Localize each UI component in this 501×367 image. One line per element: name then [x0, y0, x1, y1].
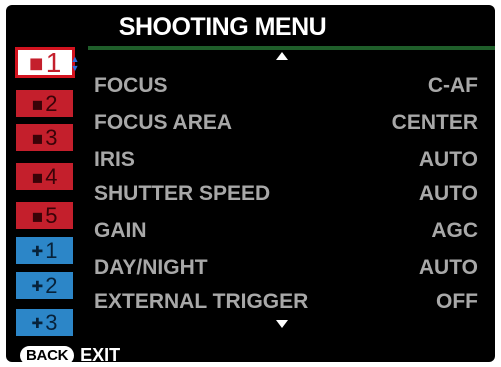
wrench-icon: ✚: [31, 243, 44, 259]
title-underline: [88, 46, 495, 50]
tab-setup-1[interactable]: ✚ 1: [16, 237, 73, 264]
menu-item-label: FOCUS: [94, 74, 168, 97]
menu-item-label: SHUTTER SPEED: [94, 182, 271, 205]
wrench-icon: ✚: [31, 315, 44, 331]
menu-item-value: OFF: [436, 290, 478, 313]
tab-shooting-3[interactable]: ◼ 3: [16, 124, 73, 151]
tab-setup-3[interactable]: ✚ 3: [16, 309, 73, 336]
menu-item-label: DAY/NIGHT: [94, 256, 208, 279]
scroll-down-icon[interactable]: [276, 320, 288, 328]
tab-scroll-indicator: ▲ ▼: [70, 55, 80, 73]
menu-item-label: EXTERNAL TRIGGER: [94, 290, 309, 313]
menu-item-focus-area[interactable]: FOCUS AREA CENTER: [94, 108, 478, 138]
tab-shooting-2[interactable]: ◼ 2: [16, 90, 73, 117]
footer-hint: BACK EXIT: [20, 344, 120, 362]
tab-setup-2[interactable]: ✚ 2: [16, 272, 73, 299]
camera-icon: ◼: [31, 96, 44, 112]
back-button[interactable]: BACK: [20, 345, 75, 362]
page-title: SHOOTING MENU: [118, 13, 327, 41]
camera-icon: ◼: [31, 130, 44, 146]
menu-item-value: AGC: [431, 219, 478, 242]
exit-label: EXIT: [80, 344, 121, 363]
wrench-icon: ✚: [31, 278, 44, 294]
tab-shooting-1[interactable]: ◼ 1: [15, 47, 75, 78]
menu-item-label: GAIN: [94, 219, 147, 242]
menu-item-day-night[interactable]: DAY/NIGHT AUTO: [94, 253, 478, 283]
camera-icon: ◼: [31, 208, 44, 224]
camera-icon: ◼: [28, 53, 44, 73]
menu-item-iris[interactable]: IRIS AUTO: [94, 145, 478, 175]
camera-icon: ◼: [31, 169, 44, 185]
menu-item-external-trigger[interactable]: EXTERNAL TRIGGER OFF: [94, 287, 478, 317]
menu-item-value: CENTER: [391, 111, 478, 134]
menu-item-value: AUTO: [418, 256, 478, 279]
menu-item-value: AUTO: [418, 182, 478, 205]
camera-menu-screen: SHOOTING MENU ◼ 1 ◼ 2 ◼ 3 ◼ 4 ◼ 5 ✚ 1 ✚ …: [6, 5, 495, 362]
menu-item-focus[interactable]: FOCUS C-AF: [94, 71, 478, 101]
menu-item-value: AUTO: [418, 148, 478, 171]
menu-item-gain[interactable]: GAIN AGC: [94, 216, 478, 246]
menu-item-label: IRIS: [94, 148, 135, 171]
tab-shooting-5[interactable]: ◼ 5: [16, 202, 73, 229]
menu-item-label: FOCUS AREA: [94, 111, 233, 134]
menu-item-value: C-AF: [427, 74, 478, 97]
tab-shooting-4[interactable]: ◼ 4: [16, 163, 73, 190]
scroll-up-icon[interactable]: [276, 52, 288, 60]
tab-down-icon[interactable]: ▼: [70, 64, 80, 73]
menu-item-shutter-speed[interactable]: SHUTTER SPEED AUTO: [94, 179, 478, 209]
